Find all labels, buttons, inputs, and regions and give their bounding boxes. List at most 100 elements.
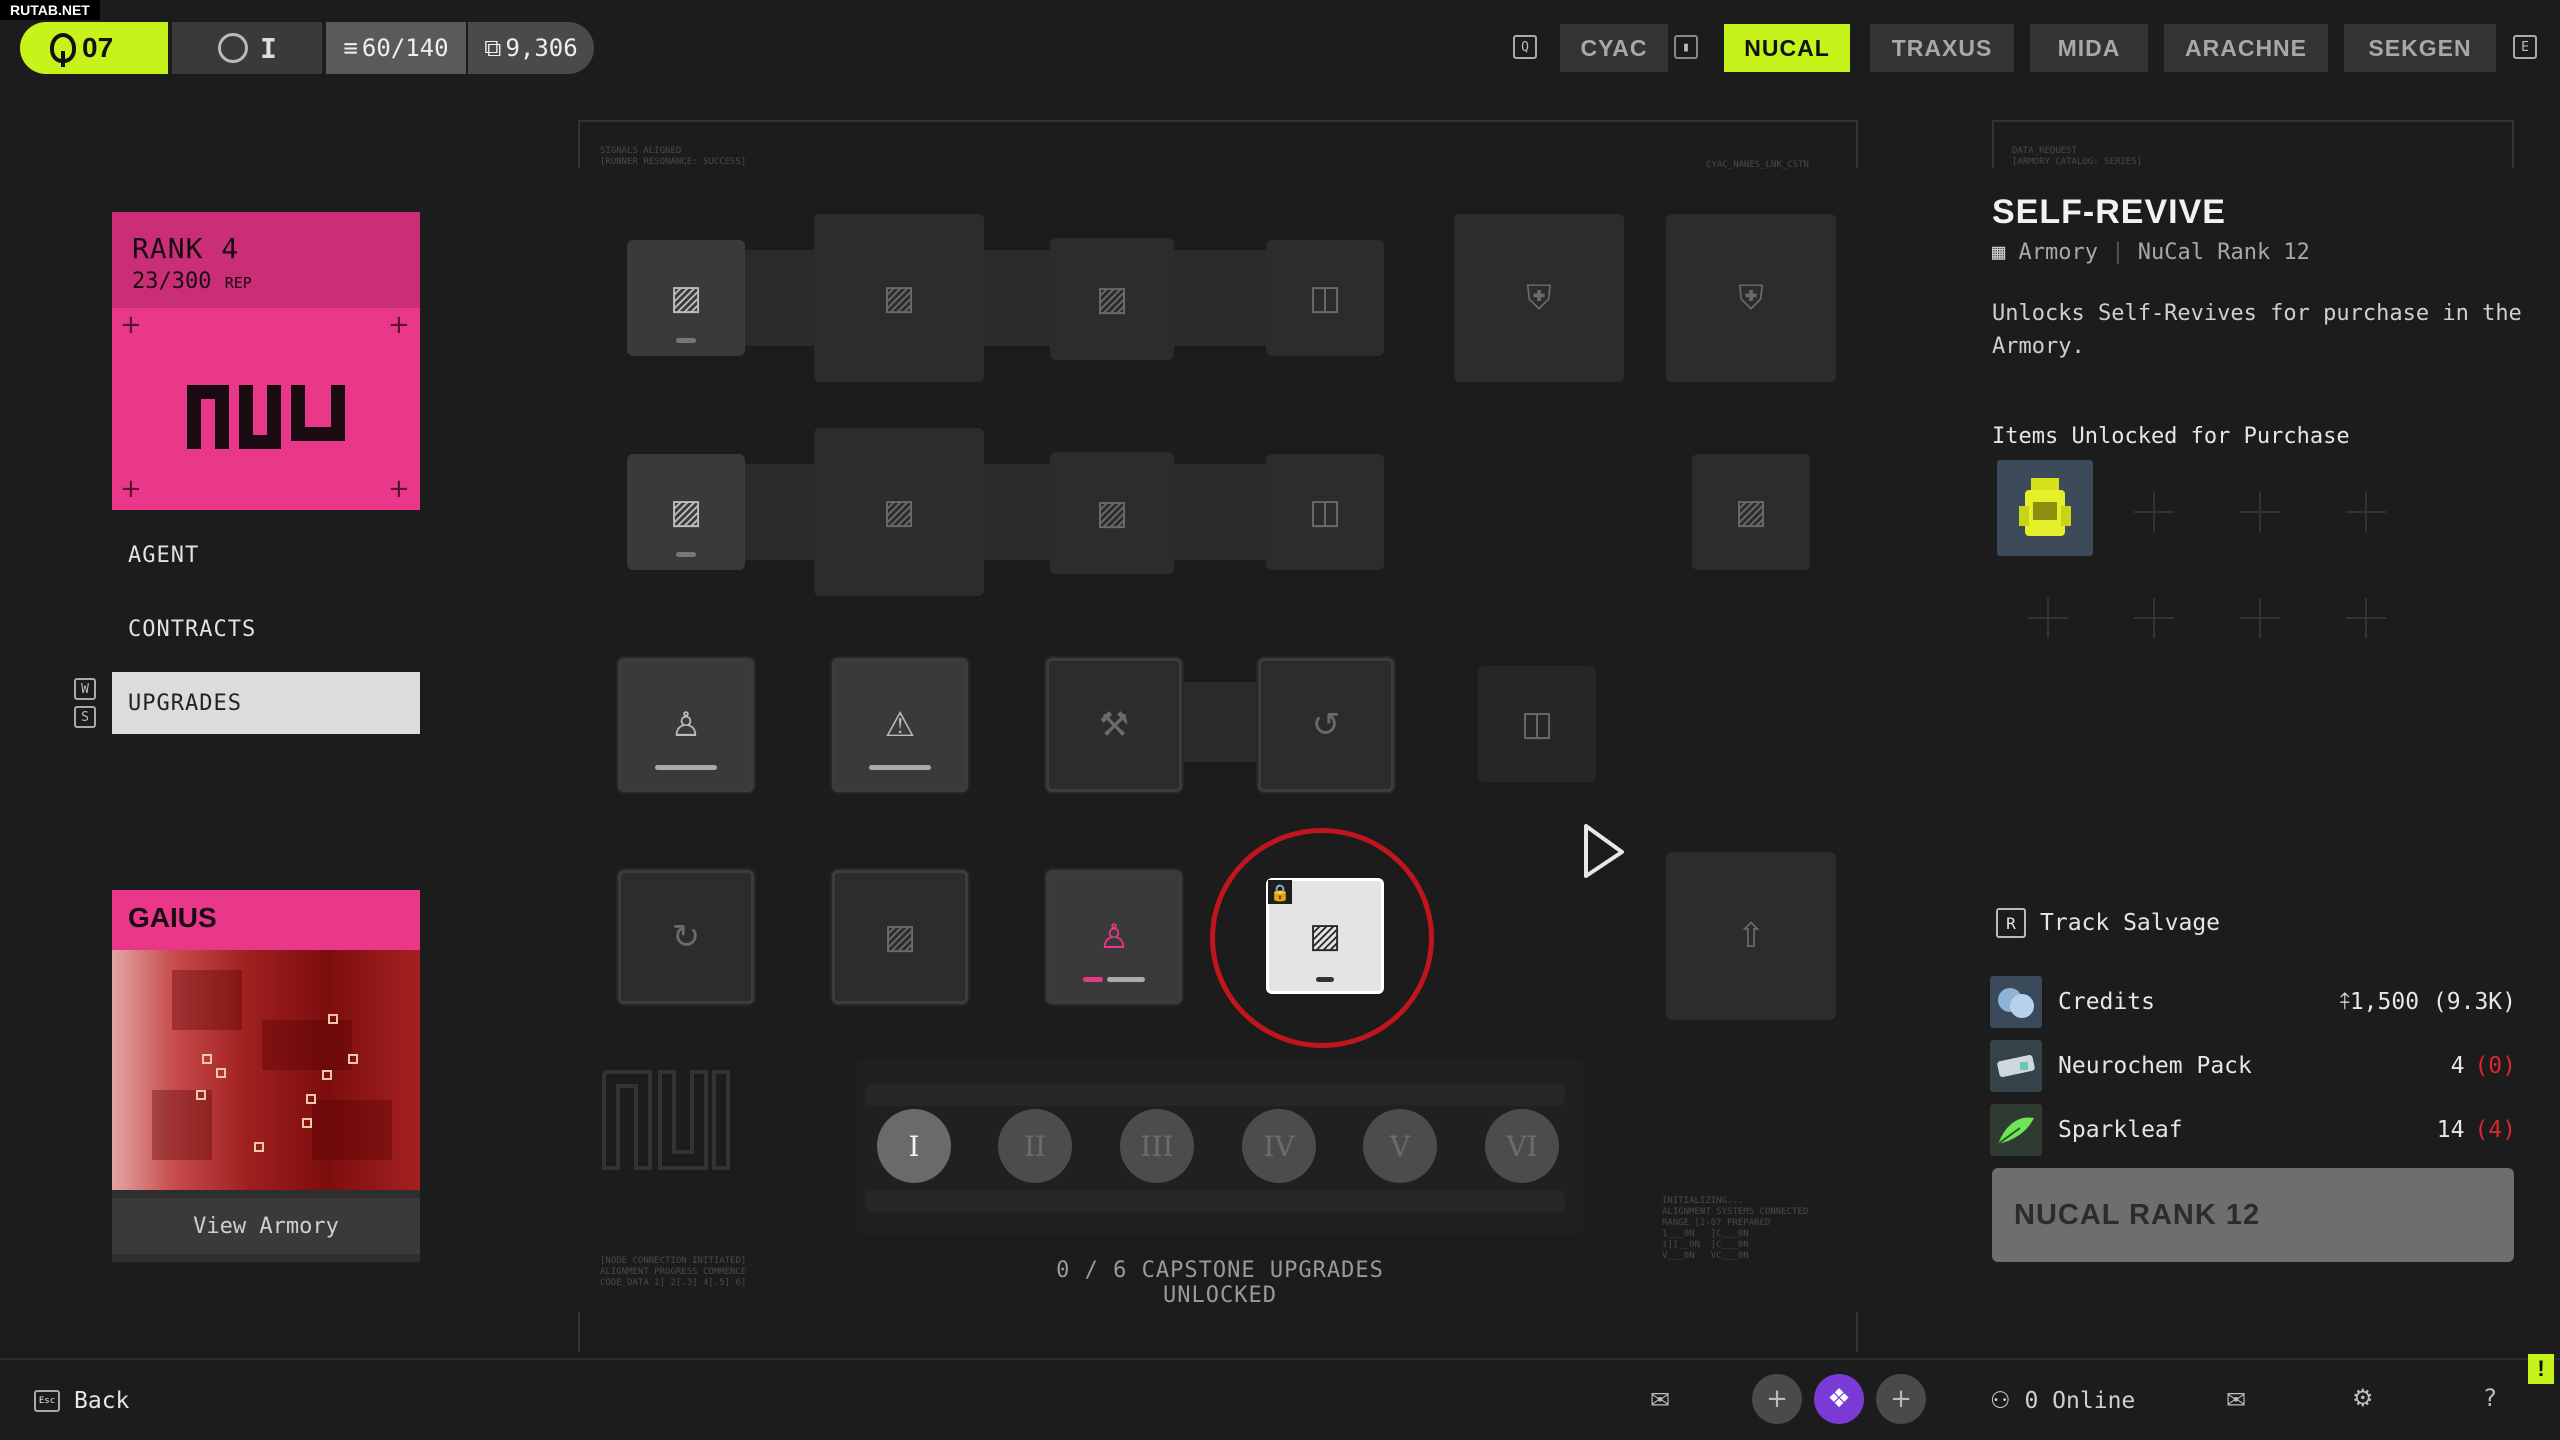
capstone-6[interactable]: VI	[1485, 1109, 1559, 1183]
upgrade-node-canister[interactable]: ▨	[627, 240, 745, 356]
help-icon[interactable]: ?	[2484, 1384, 2497, 1412]
canister-icon: ▨	[882, 278, 916, 318]
corner-plus-icon: +	[388, 474, 410, 504]
chat-icon[interactable]: ✉	[1650, 1386, 1670, 1414]
bottom-bar	[0, 1358, 2560, 1440]
next-faction-key[interactable]: E	[2513, 35, 2537, 59]
upgrade-subtitle: ▦ Armory | NuCal Rank 12	[1992, 240, 2310, 265]
prev-faction-key[interactable]: Q	[1513, 35, 1537, 59]
salvage-value: ⤉1,500 (9.3K)	[2339, 989, 2516, 1015]
nav-up-key[interactable]: W	[74, 678, 96, 700]
vault-capacity: ≡ 60/140	[326, 22, 466, 74]
device-icon: ◫	[1520, 704, 1554, 744]
upgrade-node-canister[interactable]: ▨	[814, 214, 984, 382]
online-friends[interactable]: ⚇ 0 Online	[1990, 1388, 2135, 1414]
tab-traxus[interactable]: TRAXUS	[1870, 24, 2014, 72]
nav-contracts[interactable]: CONTRACTS	[112, 598, 420, 660]
tab-sekgen[interactable]: SEKGEN	[2344, 24, 2496, 72]
upgrade-node-upgrade[interactable]: ⇧	[1666, 852, 1836, 1020]
canister-icon: ▨	[1734, 492, 1768, 532]
upgrade-node-agent-pink[interactable]: ♙	[1046, 870, 1182, 1004]
faction-rank-card: RANK 4 23/300 REP + + + +	[112, 212, 420, 510]
upgrade-node-device[interactable]: ◫	[1478, 666, 1596, 782]
upgrade-node-canister[interactable]: ▨	[627, 454, 745, 570]
capstone-5[interactable]: V	[1363, 1109, 1437, 1183]
frame-corner	[1856, 120, 1858, 168]
mail-icon[interactable]: ✉	[2226, 1386, 2246, 1414]
upgrade-node-canister[interactable]: ▨	[814, 428, 984, 596]
upgrade-node-cycle[interactable]: ↻	[618, 870, 754, 1004]
view-armory-button[interactable]: View Armory	[112, 1198, 420, 1254]
runner-icon	[50, 33, 76, 67]
tab-cyac[interactable]: CYAC	[1560, 24, 1668, 72]
rep-value: 23/300	[132, 269, 212, 294]
player-avatar[interactable]: ❖	[1814, 1374, 1864, 1424]
credits-balance: ⧉ 9,306	[468, 22, 594, 74]
status-text-bottom-left: [NODE CONNECTION INITIATED] ALIGNMENT PR…	[600, 1256, 747, 1288]
upgrade-arrow-icon: ⇧	[1736, 916, 1766, 956]
credits-coins-icon	[1990, 976, 2042, 1028]
rep-unit: REP	[224, 274, 252, 292]
upgrade-node-shield[interactable]: ⛨	[1666, 214, 1836, 382]
salvage-name: Neurochem Pack	[2058, 1053, 2252, 1079]
upgrade-node-shield[interactable]: ⛨	[1454, 214, 1624, 382]
rank-header: RANK 4 23/300 REP	[112, 212, 420, 308]
settings-gear-icon[interactable]: ⚙	[2352, 1384, 2374, 1412]
rep-progress: 23/300 REP	[132, 269, 400, 294]
empty-slot-marker	[2028, 598, 2068, 638]
upgrade-node-cycle[interactable]: ↺	[1258, 658, 1394, 792]
salvage-deficit: (4)	[2474, 1117, 2516, 1143]
credits-value: 9,306	[505, 34, 578, 62]
alert-icon: ⚠	[884, 705, 916, 745]
panel-status-text: DATA_REQUEST [ARMORY CATALOG: SERIES]	[2012, 146, 2143, 167]
salvage-row-neurochem: Neurochem Pack 4 (0)	[1990, 1040, 2516, 1092]
salvage-deficit: (0)	[2474, 1053, 2516, 1079]
nav-down-key[interactable]: S	[74, 706, 96, 728]
track-salvage-toggle[interactable]: R Track Salvage	[1996, 908, 2220, 938]
upgrade-node-canister[interactable]: ▨	[1050, 452, 1174, 574]
armory-icon: ▦	[1992, 240, 2006, 265]
tab-nucal[interactable]: NUCAL	[1724, 24, 1850, 72]
upgrade-node-alert[interactable]: ⚠	[832, 658, 968, 792]
items-heading: Items Unlocked for Purchase	[1992, 424, 2350, 449]
upgrade-source: Armory	[2018, 240, 2098, 265]
upgrade-node-canister[interactable]: ▨	[1692, 454, 1810, 570]
back-button[interactable]: Esc Back	[34, 1388, 129, 1414]
rank-label: RANK 4	[132, 232, 240, 265]
item-self-revive-slot[interactable]	[1997, 460, 2093, 556]
upgrade-node-device[interactable]: ◫	[1266, 240, 1384, 356]
upgrade-node-canister[interactable]: ▨	[832, 870, 968, 1004]
capstone-3[interactable]: III	[1120, 1109, 1194, 1183]
track-label: Track Salvage	[2040, 910, 2221, 936]
upgrade-node-tools[interactable]: ⚒	[1046, 658, 1182, 792]
tab-arachne[interactable]: ARACHNE	[2164, 24, 2328, 72]
salvage-name: Credits	[2058, 989, 2155, 1015]
frame-top	[578, 120, 1858, 122]
node-progress	[1083, 977, 1103, 982]
tab-mida[interactable]: MIDA	[2030, 24, 2148, 72]
tree-connector	[1170, 250, 1270, 346]
capstone-2[interactable]: II	[998, 1109, 1072, 1183]
notification-alert-icon[interactable]: !	[2528, 1354, 2554, 1384]
upgrade-node-agent[interactable]: ♙	[618, 658, 754, 792]
empty-slot-marker	[2346, 598, 2386, 638]
corner-plus-icon: +	[120, 474, 142, 504]
agent-figure-icon: ♙	[670, 705, 702, 745]
capstone-4[interactable]: IV	[1242, 1109, 1316, 1183]
empty-slot-marker	[2134, 598, 2174, 638]
corner-plus-icon: +	[120, 310, 142, 340]
prestige-badge: I	[172, 22, 322, 74]
agent-figure-icon: ♙	[1098, 917, 1130, 957]
nav-agent[interactable]: AGENT	[112, 524, 420, 586]
upgrade-node-canister[interactable]: ▨	[1050, 238, 1174, 360]
prestige-value: I	[260, 31, 277, 65]
back-label: Back	[74, 1388, 130, 1414]
unlock-requirement-button[interactable]: NUCAL RANK 12	[1992, 1168, 2514, 1262]
party-slot-empty[interactable]: +	[1752, 1374, 1802, 1424]
node-progress	[676, 338, 696, 343]
party-slot-empty[interactable]: +	[1876, 1374, 1926, 1424]
capstone-1[interactable]: I	[877, 1109, 951, 1183]
upgrade-node-device[interactable]: ◫	[1266, 454, 1384, 570]
nav-upgrades[interactable]: UPGRADES	[112, 672, 420, 734]
device-icon: ◫	[1308, 492, 1342, 532]
